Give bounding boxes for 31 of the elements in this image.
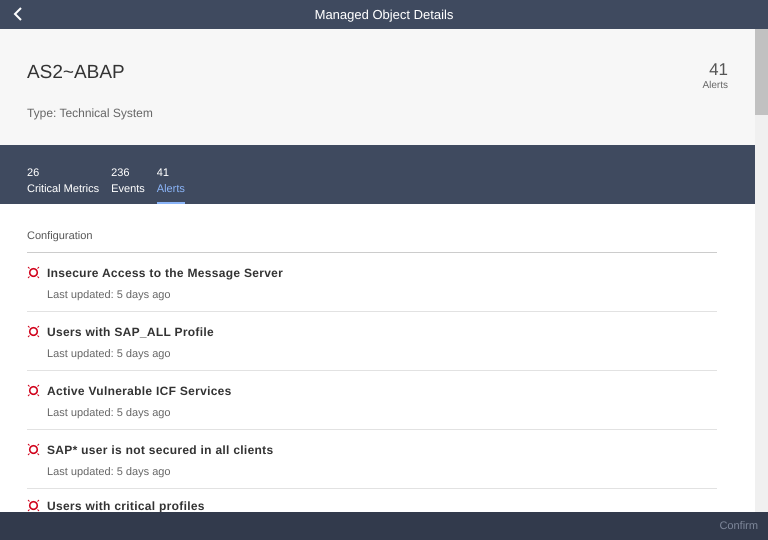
- alert-count: 41: [709, 61, 728, 78]
- alert-title: Insecure Access to the Message Server: [47, 264, 284, 282]
- alert-item[interactable]: Active Vulnerable ICF Services Last updated: 5 days ago: [27, 370, 717, 430]
- scrollbar[interactable]: [755, 29, 768, 512]
- alert-updated: Last updated: 5 days ago: [47, 288, 172, 302]
- alert-icon: [27, 384, 40, 397]
- alert-icon: [27, 499, 40, 512]
- back-icon: [13, 7, 23, 21]
- alert-updated: Last updated: 5 days ago: [47, 406, 172, 420]
- alert-title: Users with SAP_ALL Profile: [47, 324, 214, 340]
- alert-icon: [27, 325, 40, 338]
- tab[interactable]: 41 Alerts: [156, 165, 185, 204]
- object-name: AS2~ABAP: [27, 61, 126, 85]
- alert-updated: Last updated: 5 days ago: [47, 346, 172, 362]
- alert-icon: [27, 443, 40, 456]
- alert-title: Users with critical profiles: [47, 498, 205, 512]
- window-title: Managed Object Details: [314, 6, 454, 24]
- alert-updated: Last updated: 5 days ago: [47, 464, 172, 480]
- alert-count-label: Alerts: [702, 79, 728, 93]
- alert-icon: [27, 266, 40, 279]
- alert-title: SAP* user is not secured in all clients: [47, 442, 274, 458]
- alert-item[interactable]: SAP* user is not secured in all clients Last updated: 5 days ago: [27, 430, 717, 488]
- object-type: Type: Technical System: [27, 104, 153, 122]
- group-heading: Configuration: [27, 228, 717, 252]
- alert-title: Active Vulnerable ICF Services: [47, 382, 232, 400]
- alert-item[interactable]: Insecure Access to the Message Server Last updated: 5 days ago: [27, 252, 717, 312]
- tab[interactable]: 236 Events: [111, 165, 145, 204]
- alert-item[interactable]: Users with SAP_ALL Profile Last updated: 5 days ago: [27, 312, 717, 370]
- scrollbar-thumb[interactable]: [755, 29, 768, 115]
- tab[interactable]: 26 Critical Metrics: [27, 165, 100, 204]
- alert-item[interactable]: Users with critical profiles: [27, 488, 717, 512]
